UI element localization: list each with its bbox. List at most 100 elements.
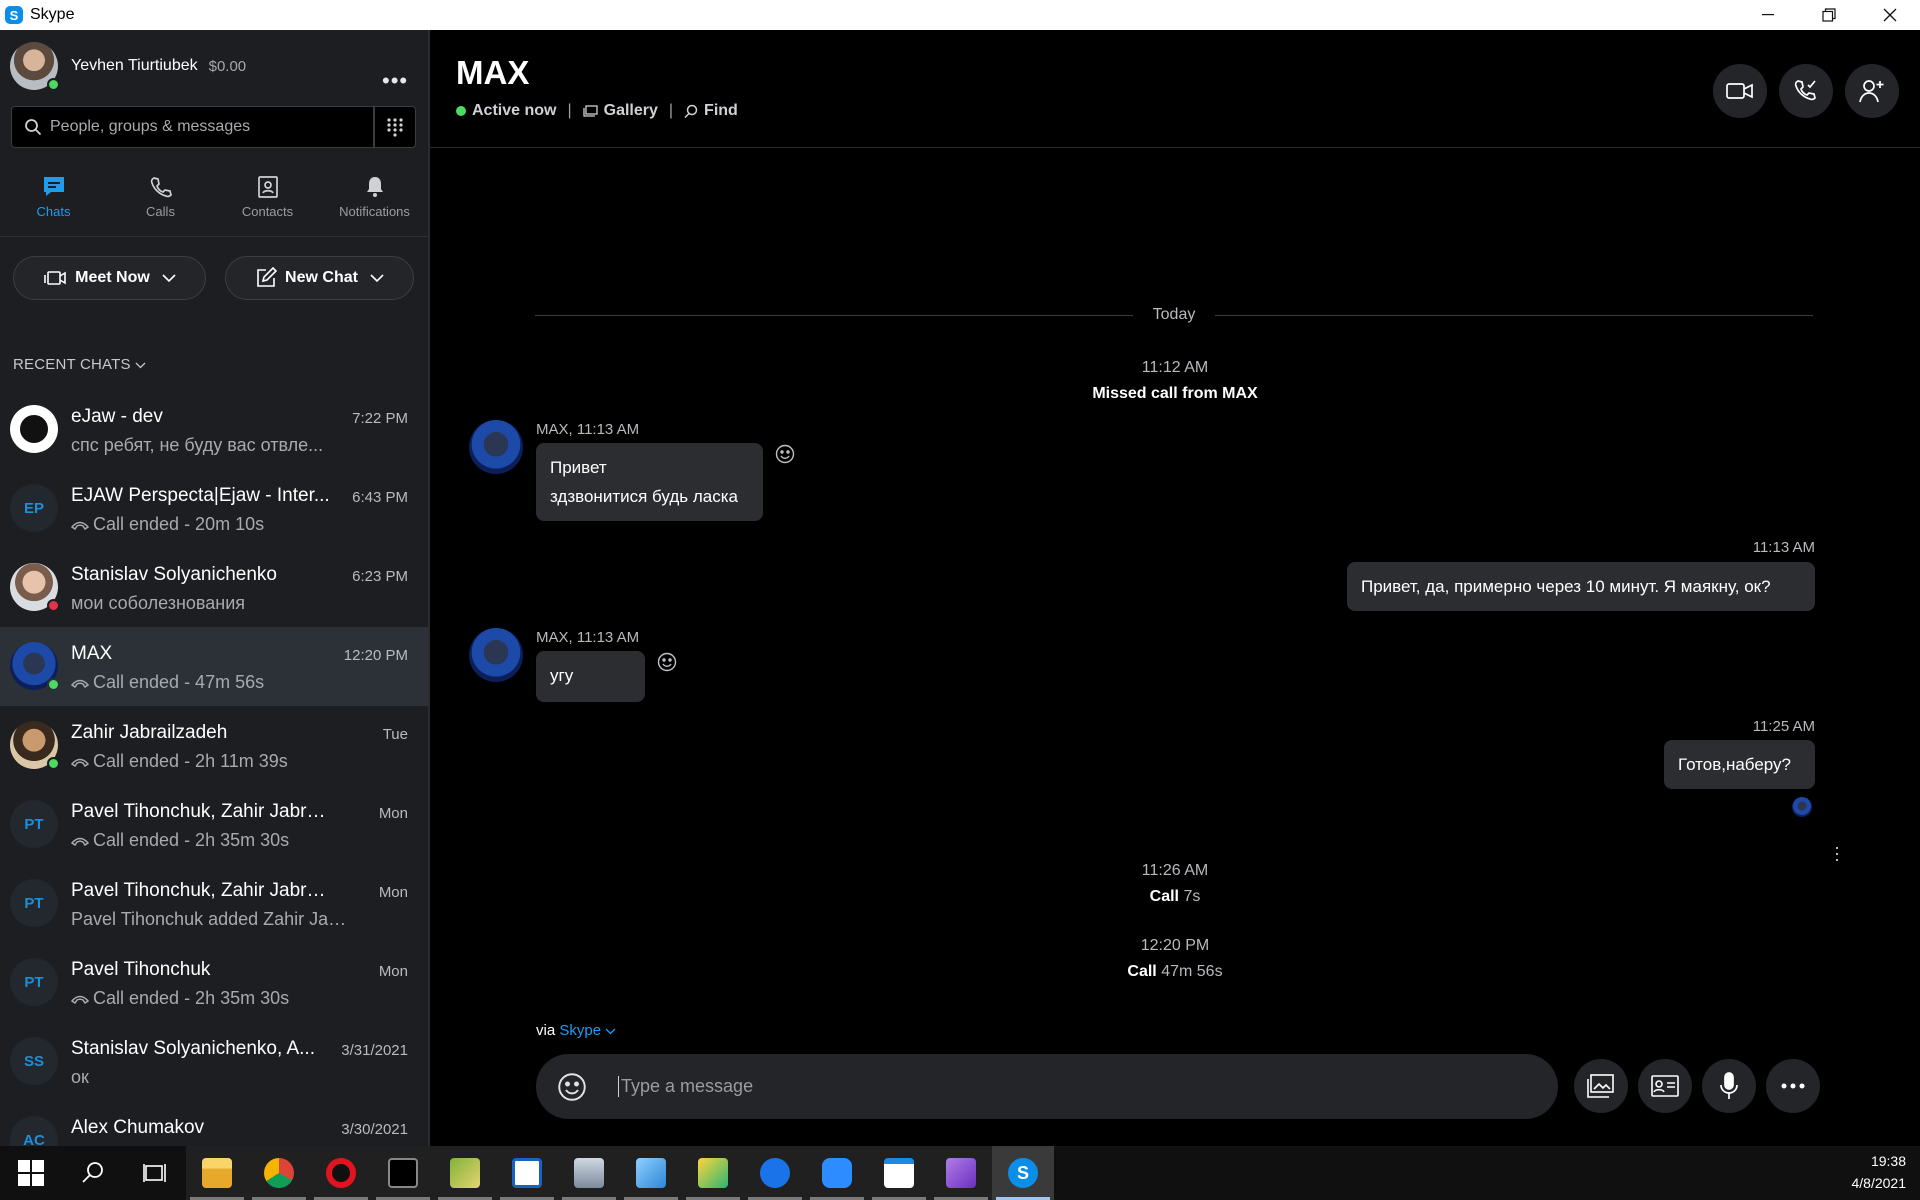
task-view-button[interactable]: [124, 1146, 186, 1200]
message-text: угу: [550, 666, 574, 685]
voice-message-button[interactable]: [1702, 1059, 1756, 1113]
read-receipt-avatar: [1792, 797, 1812, 817]
sidebar: Yevhen Tiurtiubek $0.00 ••• People, grou…: [0, 30, 428, 1166]
chat-name: eJaw - dev: [71, 406, 163, 427]
chat-time: 3/31/2021: [341, 1042, 408, 1059]
presence-online-icon: [47, 757, 60, 770]
search-button[interactable]: [62, 1146, 124, 1200]
chat-name: Stanislav Solyanichenko: [71, 564, 277, 585]
presence-online-icon: [47, 78, 60, 91]
taskbar-chrome[interactable]: [248, 1146, 310, 1200]
contact-name[interactable]: MAX: [456, 54, 529, 92]
call-ended-icon: [71, 834, 90, 849]
call-ended-icon: [71, 755, 90, 770]
separator: |: [567, 102, 572, 119]
more-options-icon[interactable]: •••: [382, 70, 408, 92]
taskbar-app-6[interactable]: [744, 1146, 806, 1200]
taskbar-visual-studio[interactable]: [930, 1146, 992, 1200]
search-icon: [25, 119, 42, 136]
recent-chats-header[interactable]: RECENT CHATS: [13, 356, 146, 373]
gallery-label: Gallery: [603, 102, 658, 119]
more-composer-options-button[interactable]: [1766, 1059, 1820, 1113]
chat-list-item[interactable]: Stanislav Solyanichenko 6:23 PM мои соболе…: [0, 548, 428, 627]
chat-list-item[interactable]: PT Pavel Tihonchuk, Zahir Jabrailz... Mon P…: [0, 864, 428, 943]
chat-list-item[interactable]: Zahir Jabrailzadeh Tue Call ended - 2h 11m…: [0, 706, 428, 785]
add-reaction-icon[interactable]: [657, 652, 677, 672]
avatar[interactable]: [10, 42, 60, 91]
message-options-icon[interactable]: · · ·: [1832, 838, 1842, 868]
chevron-down-icon: [135, 362, 146, 369]
image-editor-icon: [450, 1158, 480, 1188]
chat-list-item[interactable]: PT Pavel Tihonchuk, Zahir Jabrailz... Mon C…: [0, 785, 428, 864]
profile-name: Yevhen Tiurtiubek: [71, 57, 198, 74]
search-input[interactable]: People, groups & messages: [11, 106, 374, 148]
audio-call-button[interactable]: [1779, 64, 1833, 118]
find-link[interactable]: Find: [684, 102, 738, 120]
via-selector[interactable]: via Skype: [536, 1022, 616, 1039]
find-label: Find: [704, 102, 738, 119]
send-media-button[interactable]: [1574, 1059, 1628, 1113]
message-text: Привет, да, примерно через 10 минут. Я м…: [1361, 577, 1771, 596]
taskbar-app-5[interactable]: [682, 1146, 744, 1200]
chat-list-item[interactable]: MAX 12:20 PM Call ended - 47m 56s: [0, 627, 428, 706]
tab-contacts[interactable]: Contacts: [214, 170, 321, 219]
zoom-icon: [822, 1158, 852, 1188]
system-clock[interactable]: 19:38 4/8/2021: [1852, 1150, 1907, 1194]
taskbar-file-explorer[interactable]: [186, 1146, 248, 1200]
message-bubble[interactable]: Готов,наберу?: [1664, 740, 1815, 789]
folder-icon: [202, 1158, 232, 1188]
avatar[interactable]: [469, 628, 523, 682]
chat-preview-text: Call ended - 2h 11m 39s: [93, 751, 288, 771]
taskbar-app-3[interactable]: [558, 1146, 620, 1200]
taskbar-terminal[interactable]: [372, 1146, 434, 1200]
meet-now-button[interactable]: Meet Now: [13, 256, 206, 300]
taskbar: S: [0, 1146, 1920, 1200]
chat-preview-text: Call ended - 20m 10s: [93, 514, 265, 534]
tab-chats[interactable]: Chats: [0, 170, 107, 219]
minimize-button[interactable]: [1737, 0, 1798, 30]
tab-label: Notifications: [339, 204, 410, 219]
chat-list-item[interactable]: EP EJAW Perspecta|Ejaw - Inter... 6:43 PM C…: [0, 469, 428, 548]
avatar: [10, 405, 58, 453]
taskbar-skype[interactable]: S: [992, 1146, 1054, 1200]
message-input[interactable]: Type a message: [618, 1076, 753, 1097]
message-bubble[interactable]: Привет, да, примерно через 10 минут. Я м…: [1347, 562, 1815, 611]
title-bar: S Skype: [0, 0, 1920, 30]
add-reaction-icon[interactable]: [775, 444, 795, 464]
taskbar-opera[interactable]: [310, 1146, 372, 1200]
add-people-button[interactable]: [1845, 64, 1899, 118]
taskbar-app-4[interactable]: [620, 1146, 682, 1200]
via-label: via: [536, 1022, 556, 1039]
start-button[interactable]: [0, 1146, 62, 1200]
chat-preview: мои соболезнования: [71, 593, 351, 614]
message-bubble[interactable]: угу: [536, 651, 645, 702]
new-chat-button[interactable]: New Chat: [225, 256, 414, 300]
chat-list-item[interactable]: SS Stanislav Solyanichenko, A... 3/31/2021…: [0, 1022, 428, 1101]
emoji-button[interactable]: [556, 1071, 588, 1103]
tab-calls[interactable]: Calls: [107, 170, 214, 219]
profile[interactable]: Yevhen Tiurtiubek $0.00: [10, 42, 246, 91]
send-contact-button[interactable]: [1638, 1059, 1692, 1113]
message-bubble[interactable]: Привет здзвонитися будь ласка: [536, 443, 763, 521]
video-call-button[interactable]: [1713, 64, 1767, 118]
window-app-icon: [884, 1158, 914, 1188]
divider: [0, 236, 428, 237]
avatar[interactable]: [469, 420, 523, 474]
taskbar-app-2[interactable]: [496, 1146, 558, 1200]
close-button[interactable]: [1859, 0, 1920, 30]
gallery-link[interactable]: Gallery: [582, 102, 658, 120]
taskbar-zoom[interactable]: [806, 1146, 868, 1200]
taskbar-app-7[interactable]: [868, 1146, 930, 1200]
taskbar-app-1[interactable]: [434, 1146, 496, 1200]
restore-button[interactable]: [1798, 0, 1859, 30]
more-icon: [1781, 1083, 1805, 1089]
tab-notifications[interactable]: Notifications: [321, 170, 428, 219]
call-label: Call: [1127, 963, 1157, 980]
dialpad-button[interactable]: [374, 106, 416, 148]
chat-list-item[interactable]: eJaw - dev 7:22 PM спс ребят, не буду вас …: [0, 390, 428, 469]
chat-list-item[interactable]: PT Pavel Tihonchuk Mon Call ended - 2h 35m …: [0, 943, 428, 1022]
contact-subline: Active now | Gallery | Find: [456, 102, 738, 120]
message-composer[interactable]: Type a message: [536, 1054, 1558, 1119]
message-line: Привет: [550, 458, 607, 477]
via-service[interactable]: Skype: [559, 1022, 601, 1039]
